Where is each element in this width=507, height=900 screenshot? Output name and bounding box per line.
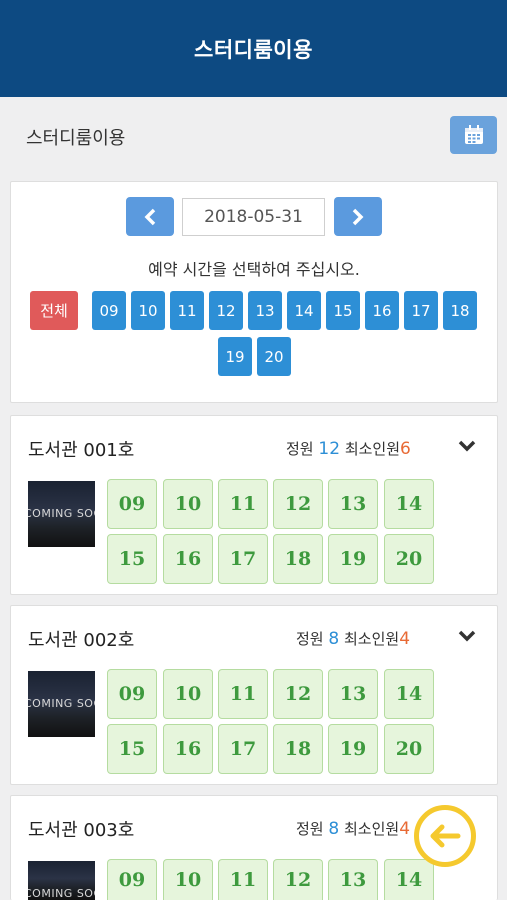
hour-filter-19[interactable]: 19 (218, 337, 252, 376)
app-header: 스터디룸이용 (0, 0, 507, 97)
page-title: 스터디룸이용 (194, 37, 313, 62)
time-slot[interactable]: 10 (163, 859, 213, 900)
hour-filter-13[interactable]: 13 (248, 291, 282, 330)
capacity-label: 정원 (296, 630, 324, 648)
time-slot[interactable]: 15 (107, 534, 157, 584)
capacity-label: 정원 (296, 820, 324, 838)
min-value: 4 (399, 819, 411, 839)
min-value: 4 (399, 629, 411, 649)
hour-filter-15[interactable]: 15 (326, 291, 360, 330)
calendar-icon (464, 125, 483, 144)
capacity-label: 정원 (286, 440, 314, 458)
time-slot[interactable]: 12 (273, 479, 323, 529)
prev-date-button[interactable] (126, 197, 174, 236)
time-slot[interactable]: 17 (218, 534, 268, 584)
time-slot[interactable]: 11 (218, 859, 268, 900)
time-slot[interactable]: 10 (163, 669, 213, 719)
room-thumbnail: COMING SOON (28, 861, 95, 900)
time-slot[interactable]: 15 (107, 724, 157, 774)
date-value: 2018-05-31 (204, 207, 303, 227)
time-slot[interactable]: 12 (273, 669, 323, 719)
room-name: 도서관 003호 (28, 820, 135, 841)
min-value: 6 (400, 439, 411, 459)
time-slot[interactable]: 17 (218, 724, 268, 774)
time-slot[interactable]: 20 (384, 534, 434, 584)
hour-filter-14[interactable]: 14 (287, 291, 321, 330)
room-name: 도서관 001호 (28, 440, 135, 461)
room-capacity: 정원 12 최소인원6 (286, 438, 411, 459)
capacity-value: 12 (318, 439, 341, 459)
hour-filter-10[interactable]: 10 (131, 291, 165, 330)
next-date-button[interactable] (334, 197, 382, 236)
time-slot[interactable]: 09 (107, 669, 157, 719)
time-slot[interactable]: 16 (163, 724, 213, 774)
arrow-left-icon (430, 824, 461, 848)
capacity-value: 8 (328, 629, 340, 649)
capacity-value: 8 (328, 819, 340, 839)
date-field[interactable]: 2018-05-31 (182, 198, 325, 236)
calendar-button[interactable] (450, 116, 497, 154)
time-slot[interactable]: 09 (107, 479, 157, 529)
section-title: 스터디룸이용 (26, 128, 126, 149)
chevron-down-icon[interactable] (458, 439, 476, 457)
thumbnail-caption: COMING SOON (28, 697, 95, 710)
hour-filter-18[interactable]: 18 (443, 291, 477, 330)
room-capacity: 정원 8 최소인원4 (296, 818, 410, 839)
room-capacity: 정원 8 최소인원4 (296, 628, 410, 649)
time-slot[interactable]: 10 (163, 479, 213, 529)
instruction-text: 예약 시간을 선택하여 주십시오. (148, 260, 360, 279)
time-slot[interactable]: 19 (328, 534, 378, 584)
chevron-left-icon (144, 208, 156, 225)
time-slot[interactable]: 14 (384, 859, 434, 900)
time-slot[interactable]: 20 (384, 724, 434, 774)
time-slot[interactable]: 14 (384, 479, 434, 529)
hour-filter-20[interactable]: 20 (257, 337, 291, 376)
back-arrow-overlay[interactable] (414, 805, 476, 867)
time-slot[interactable]: 13 (328, 479, 378, 529)
hour-filter-12[interactable]: 12 (209, 291, 243, 330)
time-slot[interactable]: 09 (107, 859, 157, 900)
time-slot[interactable]: 18 (273, 724, 323, 774)
time-slot[interactable]: 11 (218, 669, 268, 719)
chevron-right-icon (352, 208, 364, 225)
hour-filter-11[interactable]: 11 (170, 291, 204, 330)
hour-filter-17[interactable]: 17 (404, 291, 438, 330)
chevron-down-icon[interactable] (458, 629, 476, 647)
min-label: 최소인원 (344, 820, 400, 838)
time-slot[interactable]: 14 (384, 669, 434, 719)
thumbnail-caption: COMING SOON (28, 887, 95, 900)
hour-filter-all[interactable]: 전체 (30, 291, 78, 330)
min-label: 최소인원 (344, 440, 401, 458)
thumbnail-caption: COMING SOON (28, 507, 95, 520)
time-slot[interactable]: 13 (328, 669, 378, 719)
time-slot[interactable]: 11 (218, 479, 268, 529)
room-name: 도서관 002호 (28, 630, 135, 651)
section-header: 스터디룸이용 (0, 97, 507, 179)
time-slot[interactable]: 18 (273, 534, 323, 584)
room-thumbnail: COMING SOON (28, 671, 95, 737)
time-slot[interactable]: 16 (163, 534, 213, 584)
time-slot[interactable]: 12 (273, 859, 323, 900)
min-label: 최소인원 (344, 630, 400, 648)
hour-filter-16[interactable]: 16 (365, 291, 399, 330)
time-slot[interactable]: 13 (328, 859, 378, 900)
time-slot[interactable]: 19 (328, 724, 378, 774)
room-thumbnail: COMING SOON (28, 481, 95, 547)
hour-filter-09[interactable]: 09 (92, 291, 126, 330)
